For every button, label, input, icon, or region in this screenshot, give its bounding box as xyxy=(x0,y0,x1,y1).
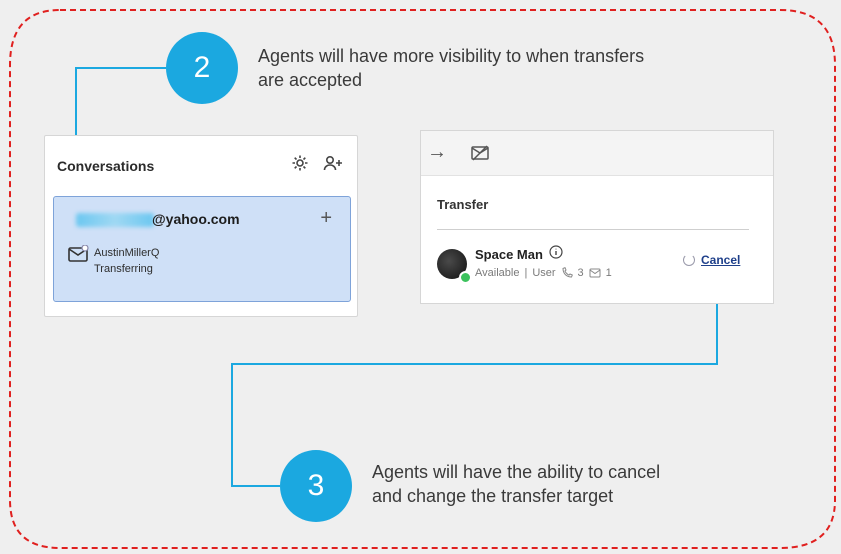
callout-2-line1: Agents will have more visibility to when… xyxy=(258,46,645,66)
conversation-email: @yahoo.com xyxy=(152,211,240,227)
redacted-email xyxy=(76,213,154,227)
callout-2-line2: are accepted xyxy=(258,70,363,90)
transfer-title: Transfer xyxy=(437,197,489,212)
transfer-toolbar: → xyxy=(421,131,773,176)
type-label: User xyxy=(532,267,556,279)
availability-label: Available xyxy=(475,267,520,279)
callout-3-badge: 3 xyxy=(280,450,352,522)
callout-2-badge: 2 xyxy=(166,32,238,104)
message-icon xyxy=(589,268,601,277)
callout-2-text: Agents will have more visibility to when… xyxy=(258,44,798,92)
transfer-agent-name: Space Man xyxy=(475,247,543,262)
callout-2-number: 2 xyxy=(193,51,211,84)
calls-count: 3 xyxy=(577,267,584,279)
slide-canvas: 2 Agents will have more visibility to wh… xyxy=(0,0,841,554)
add-user-icon[interactable] xyxy=(323,154,343,172)
callout-3-line1: Agents will have the ability to cancel xyxy=(372,462,661,482)
no-email-icon[interactable] xyxy=(471,145,489,161)
conversations-toolbar xyxy=(291,154,343,172)
gear-icon[interactable] xyxy=(291,154,309,172)
spinner-icon xyxy=(683,254,695,266)
status-dot xyxy=(459,271,472,284)
meta-separator: | xyxy=(524,267,528,279)
callout-3-line2: and change the transfer target xyxy=(372,486,614,506)
transfer-panel: → Transfer Space Man Available | User 3 … xyxy=(420,130,774,304)
arrow-right-icon[interactable]: → xyxy=(427,141,447,164)
cancel-label: Cancel xyxy=(701,253,741,267)
conversation-card[interactable]: @yahoo.com + AustinMillerQ Transferring xyxy=(53,196,351,302)
callout-3-text: Agents will have the ability to cancel a… xyxy=(372,460,792,508)
transfer-divider xyxy=(437,229,749,230)
info-icon[interactable] xyxy=(549,245,563,259)
messages-count: 1 xyxy=(605,267,612,279)
phone-icon xyxy=(562,267,573,278)
envelope-icon[interactable] xyxy=(68,245,90,263)
transfer-agent-meta: Available | User 3 1 xyxy=(475,267,612,279)
cancel-transfer-button[interactable]: Cancel xyxy=(683,253,740,267)
conversations-title: Conversations xyxy=(57,158,155,174)
conversations-panel: Conversations @yahoo.com + AustinMillerQ xyxy=(44,135,358,317)
transfer-card: Transfer Space Man Available | User 3 1 … xyxy=(427,179,767,293)
conversation-agent-name: AustinMillerQ xyxy=(94,247,160,259)
plus-icon[interactable]: + xyxy=(320,207,332,230)
conversation-status: Transferring xyxy=(94,263,153,275)
callout-3-number: 3 xyxy=(307,469,325,502)
